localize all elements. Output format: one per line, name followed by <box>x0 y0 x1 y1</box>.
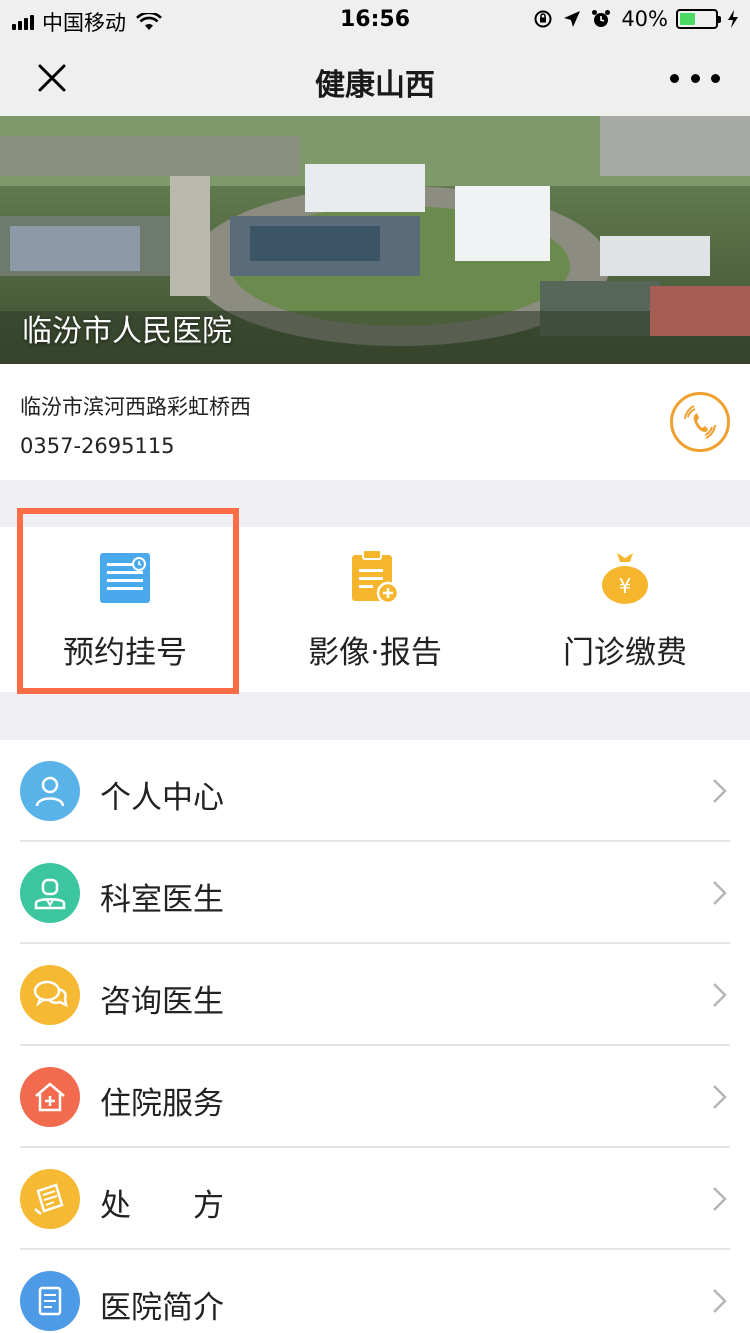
menu-item-label: 医院简介 <box>100 1290 224 1326</box>
menu-item-label: 咨询医生 <box>100 984 224 1020</box>
menu-item-hospital-intro[interactable]: 医院简介 <box>0 1250 750 1333</box>
phone-icon <box>684 405 716 439</box>
menu-item-prescription[interactable]: 处 方 <box>0 1148 750 1250</box>
chat-bubbles-icon <box>20 965 80 1025</box>
chevron-right-icon <box>713 881 727 905</box>
chevron-right-icon <box>713 983 727 1007</box>
action-outpatient-payment[interactable]: ¥ 门诊缴费 <box>500 527 750 692</box>
charging-icon <box>728 10 738 28</box>
location-arrow-icon <box>564 11 581 27</box>
hospital-name: 临汾市人民医院 <box>22 314 232 349</box>
menu-item-personal-center[interactable]: 个人中心 <box>0 740 750 842</box>
menu-item-inpatient-service[interactable]: 住院服务 <box>0 1046 750 1148</box>
menu-item-label: 个人中心 <box>100 780 224 816</box>
page-title: 健康山西 <box>315 68 435 103</box>
lock-rotation-icon <box>534 10 552 28</box>
hospital-house-icon <box>20 1067 80 1127</box>
menu-item-consult-doctor[interactable]: 咨询医生 <box>0 944 750 1046</box>
chevron-right-icon <box>713 1085 727 1109</box>
menu-item-label: 科室医生 <box>100 882 224 918</box>
chevron-right-icon <box>713 1289 727 1313</box>
call-button[interactable] <box>670 392 730 452</box>
prescription-icon <box>20 1169 80 1229</box>
hospital-info-card: 临汾市滨河西路彩虹桥西 0357-2695115 <box>0 364 750 480</box>
menu-item-label: 处 方 <box>100 1188 224 1224</box>
battery-icon <box>676 9 721 29</box>
menu-list: 个人中心 科室医生 咨询医生 住院服务 处 方 医院简介 <box>0 740 750 1333</box>
report-clipboard-icon <box>352 549 400 605</box>
highlight-box <box>17 508 239 694</box>
status-bar: 中国移动 16:56 40% <box>0 0 750 40</box>
money-bag-icon: ¥ <box>602 553 648 604</box>
nav-bar: 健康山西 <box>0 40 750 116</box>
hospital-banner: 临汾市人民医院 <box>0 116 750 364</box>
chevron-right-icon <box>713 1187 727 1211</box>
chevron-right-icon <box>713 779 727 803</box>
person-icon <box>20 761 80 821</box>
action-label: 门诊缴费 <box>563 635 687 671</box>
alarm-icon <box>592 10 611 27</box>
doctor-icon <box>20 863 80 923</box>
menu-item-label: 住院服务 <box>100 1086 224 1122</box>
hospital-phone: 0357-2695115 <box>20 434 175 458</box>
battery-percent: 40% <box>621 7 668 31</box>
more-options-icon[interactable] <box>670 60 720 96</box>
svg-text:¥: ¥ <box>619 574 632 598</box>
menu-item-departments-doctors[interactable]: 科室医生 <box>0 842 750 944</box>
action-label: 影像·报告 <box>308 635 442 671</box>
document-icon <box>20 1271 80 1331</box>
hospital-address: 临汾市滨河西路彩虹桥西 <box>20 395 251 419</box>
action-imaging-report[interactable]: 影像·报告 <box>250 527 500 692</box>
